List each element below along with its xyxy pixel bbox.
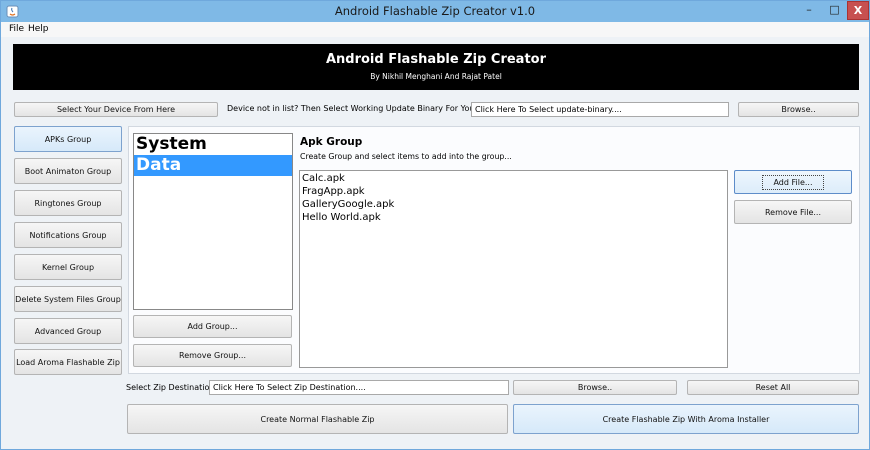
- menu-bar: File Help: [1, 22, 869, 37]
- sidebar-item-kernel-group[interactable]: Kernel Group: [14, 254, 122, 280]
- add-file-label: Add File...: [762, 174, 824, 190]
- group-list[interactable]: System Data: [133, 133, 293, 310]
- update-binary-field[interactable]: Click Here To Select update-binary....: [471, 102, 729, 117]
- maximize-button[interactable]: □: [822, 1, 847, 20]
- sidebar-item-notifications-group[interactable]: Notifications Group: [14, 222, 122, 248]
- add-file-button[interactable]: Add File...: [734, 170, 852, 194]
- select-device-button[interactable]: Select Your Device From Here: [14, 102, 218, 117]
- sidebar-item-boot-animation-group[interactable]: Boot Animaton Group: [14, 158, 122, 184]
- file-list-item[interactable]: GalleryGoogle.apk: [302, 198, 725, 211]
- minimize-button[interactable]: –: [796, 1, 822, 20]
- close-button[interactable]: X: [847, 1, 869, 20]
- sidebar-item-advanced-group[interactable]: Advanced Group: [14, 318, 122, 344]
- sidebar-item-delete-system-files-group[interactable]: Delete System Files Group: [14, 286, 122, 312]
- add-group-button[interactable]: Add Group...: [133, 315, 292, 338]
- remove-file-button[interactable]: Remove File...: [734, 200, 852, 224]
- create-normal-zip-button[interactable]: Create Normal Flashable Zip: [127, 404, 508, 434]
- reset-all-button[interactable]: Reset All: [687, 380, 859, 395]
- zip-destination-field[interactable]: Click Here To Select Zip Destination....: [209, 380, 509, 395]
- sidebar-item-load-aroma-zip[interactable]: Load Aroma Flashable Zip: [14, 349, 122, 375]
- file-list[interactable]: Calc.apk FragApp.apk GalleryGoogle.apk H…: [299, 170, 728, 368]
- title-bar: Android Flashable Zip Creator v1.0 – □ X: [1, 1, 869, 22]
- app-window: Android Flashable Zip Creator v1.0 – □ X…: [0, 0, 870, 450]
- remove-group-button[interactable]: Remove Group...: [133, 344, 292, 367]
- file-list-item[interactable]: FragApp.apk: [302, 185, 725, 198]
- banner-title: Android Flashable Zip Creator: [325, 52, 547, 67]
- zip-destination-label: Select Zip Destination :: [126, 383, 220, 392]
- panel-title: Apk Group: [300, 136, 363, 148]
- menu-help[interactable]: Help: [28, 24, 49, 34]
- main-content: Android Flashable Zip Creator By Nikhil …: [1, 37, 869, 449]
- device-not-in-list-label: Device not in list? Then Select Working …: [227, 104, 513, 113]
- banner-subtitle: By Nikhil Menghani And Rajat Patel: [370, 72, 502, 81]
- browse-binary-button[interactable]: Browse..: [738, 102, 859, 117]
- browse-destination-button[interactable]: Browse..: [513, 380, 677, 395]
- header-banner: Android Flashable Zip Creator By Nikhil …: [13, 44, 859, 90]
- menu-file[interactable]: File: [9, 24, 24, 34]
- sidebar-item-apks-group[interactable]: APKs Group: [14, 126, 122, 152]
- create-aroma-zip-button[interactable]: Create Flashable Zip With Aroma Installe…: [513, 404, 859, 434]
- group-item-data[interactable]: Data: [134, 155, 292, 176]
- file-list-item[interactable]: Calc.apk: [302, 172, 725, 185]
- group-item-system[interactable]: System: [134, 134, 292, 155]
- sidebar-item-ringtones-group[interactable]: Ringtones Group: [14, 190, 122, 216]
- window-title: Android Flashable Zip Creator v1.0: [334, 4, 536, 18]
- panel-description: Create Group and select items to add int…: [300, 152, 512, 161]
- file-list-item[interactable]: Hello World.apk: [302, 211, 725, 224]
